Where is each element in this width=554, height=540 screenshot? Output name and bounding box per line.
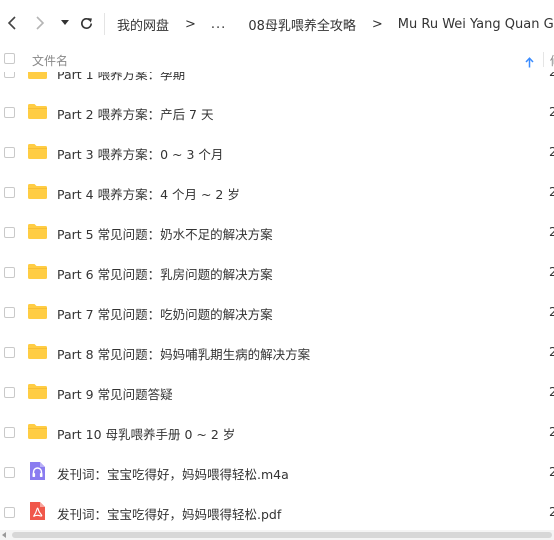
column-header-name[interactable]: 文件名 bbox=[32, 52, 68, 69]
file-name[interactable]: Part 10 母乳喂养手册 0 ~ 2 岁 bbox=[57, 424, 235, 443]
file-row[interactable]: 发刊词：宝宝吃得好，妈妈喂得轻松.pdf 2 bbox=[0, 492, 554, 530]
row-checkbox[interactable] bbox=[4, 227, 15, 238]
folder-icon bbox=[28, 72, 47, 79]
folder-icon bbox=[28, 344, 47, 359]
file-name[interactable]: Part 5 常见问题：奶水不足的解决方案 bbox=[57, 224, 273, 243]
navigation-toolbar: 我的网盘 > ... 08母乳喂养全攻略 > Mu Ru Wei Yang Qu… bbox=[0, 0, 554, 47]
audio-file-icon bbox=[30, 462, 45, 480]
row-checkbox[interactable] bbox=[4, 107, 15, 118]
column-divider[interactable] bbox=[543, 52, 544, 67]
scrollbar-thumb[interactable] bbox=[12, 532, 552, 538]
toolbar-divider bbox=[104, 13, 105, 35]
file-name[interactable]: Part 6 常见问题：乳房问题的解决方案 bbox=[57, 264, 273, 283]
column-header-modified[interactable]: 修 bbox=[550, 52, 554, 69]
folder-icon bbox=[28, 264, 47, 279]
row-checkbox[interactable] bbox=[4, 387, 15, 398]
file-modified-date: 2 bbox=[549, 224, 554, 239]
file-modified-date: 2 bbox=[549, 464, 554, 479]
folder-icon bbox=[28, 304, 47, 319]
refresh-icon bbox=[80, 17, 92, 29]
folder-row[interactable]: Part 4 喂养方案：4 个月 ~ 2 岁 2 bbox=[0, 172, 554, 212]
forward-button[interactable] bbox=[30, 12, 50, 34]
file-modified-date: 2 bbox=[549, 504, 554, 519]
file-list-rows: Part 1 喂养方案：孕期2Part 2 喂养方案：产后 7 天2Part 3… bbox=[0, 72, 554, 530]
file-modified-date: 2 bbox=[549, 184, 554, 199]
breadcrumb-item-my-drive[interactable]: 我的网盘 bbox=[117, 15, 169, 34]
row-checkbox[interactable] bbox=[4, 307, 15, 318]
file-modified-date: 2 bbox=[549, 72, 554, 79]
back-button[interactable] bbox=[2, 12, 22, 34]
folder-icon bbox=[28, 104, 47, 119]
folder-icon bbox=[28, 384, 47, 399]
file-name[interactable]: Part 4 喂养方案：4 个月 ~ 2 岁 bbox=[57, 184, 240, 203]
row-checkbox[interactable] bbox=[4, 267, 15, 278]
file-list: Part 1 喂养方案：孕期2Part 2 喂养方案：产后 7 天2Part 3… bbox=[0, 72, 554, 530]
history-dropdown-button[interactable] bbox=[58, 12, 72, 34]
sort-indicator[interactable] bbox=[525, 53, 534, 72]
chevron-right-icon bbox=[36, 16, 45, 30]
file-browser-window: 我的网盘 > ... 08母乳喂养全攻略 > Mu Ru Wei Yang Qu… bbox=[0, 0, 554, 540]
breadcrumb-separator: > bbox=[371, 16, 383, 32]
file-name[interactable]: Part 1 喂养方案：孕期 bbox=[57, 72, 185, 83]
file-name[interactable]: 发刊词：宝宝吃得好，妈妈喂得轻松.pdf bbox=[57, 504, 281, 523]
folder-icon bbox=[28, 184, 47, 199]
file-name[interactable]: Part 8 常见问题：妈妈哺乳期生病的解决方案 bbox=[57, 344, 310, 363]
file-name[interactable]: Part 7 常见问题：吃奶问题的解决方案 bbox=[57, 304, 273, 323]
row-checkbox[interactable] bbox=[4, 187, 15, 198]
file-modified-date: 2 bbox=[549, 144, 554, 159]
breadcrumb-item-folder[interactable]: 08母乳喂养全攻略 bbox=[248, 15, 356, 34]
row-checkbox[interactable] bbox=[4, 347, 15, 358]
row-checkbox[interactable] bbox=[4, 427, 15, 438]
file-modified-date: 2 bbox=[549, 344, 554, 359]
file-name[interactable]: Part 9 常见问题答疑 bbox=[57, 384, 173, 403]
file-name[interactable]: Part 2 喂养方案：产后 7 天 bbox=[57, 104, 213, 123]
caret-down-icon bbox=[61, 20, 69, 25]
file-modified-date: 2 bbox=[549, 104, 554, 119]
folder-icon bbox=[28, 224, 47, 239]
row-checkbox[interactable] bbox=[4, 467, 15, 478]
scroll-left-icon[interactable] bbox=[2, 532, 6, 538]
file-name[interactable]: Part 3 喂养方案：0 ~ 3 个月 bbox=[57, 144, 223, 163]
file-modified-date: 2 bbox=[549, 264, 554, 279]
folder-row[interactable]: Part 7 常见问题：吃奶问题的解决方案 2 bbox=[0, 292, 554, 332]
folder-row[interactable]: Part 2 喂养方案：产后 7 天 2 bbox=[0, 92, 554, 132]
folder-icon bbox=[28, 424, 47, 439]
folder-row[interactable]: Part 9 常见问题答疑 2 bbox=[0, 372, 554, 412]
row-checkbox[interactable] bbox=[4, 72, 15, 78]
file-row[interactable]: 发刊词：宝宝吃得好，妈妈喂得轻松.m4a 2 bbox=[0, 452, 554, 492]
folder-row[interactable]: Part 1 喂养方案：孕期 2 bbox=[0, 72, 554, 92]
file-name[interactable]: 发刊词：宝宝吃得好，妈妈喂得轻松.m4a bbox=[57, 464, 289, 483]
file-modified-date: 2 bbox=[549, 304, 554, 319]
horizontal-scrollbar[interactable] bbox=[0, 530, 554, 540]
folder-icon bbox=[28, 144, 47, 159]
breadcrumb-ellipsis[interactable]: ... bbox=[211, 17, 226, 32]
select-all-checkbox[interactable] bbox=[4, 53, 15, 64]
pdf-file-icon bbox=[30, 502, 45, 520]
folder-row[interactable]: Part 5 常见问题：奶水不足的解决方案 2 bbox=[0, 212, 554, 252]
folder-row[interactable]: Part 10 母乳喂养手册 0 ~ 2 岁 2 bbox=[0, 412, 554, 452]
file-modified-date: 2 bbox=[549, 424, 554, 439]
row-checkbox[interactable] bbox=[4, 147, 15, 158]
breadcrumb-separator: > bbox=[185, 16, 196, 32]
folder-row[interactable]: Part 8 常见问题：妈妈哺乳期生病的解决方案 2 bbox=[0, 332, 554, 372]
file-modified-date: 2 bbox=[549, 384, 554, 399]
refresh-button[interactable] bbox=[76, 12, 96, 34]
chevron-left-icon bbox=[7, 16, 16, 30]
list-header: 文件名 修 bbox=[0, 47, 554, 72]
breadcrumb-item-current[interactable]: Mu Ru Wei Yang Quan Gong Lve bbox=[398, 17, 554, 32]
row-checkbox[interactable] bbox=[4, 507, 15, 518]
arrow-up-icon bbox=[525, 57, 534, 68]
breadcrumb: 我的网盘 > ... 08母乳喂养全攻略 > Mu Ru Wei Yang Qu… bbox=[117, 15, 554, 34]
folder-row[interactable]: Part 6 常见问题：乳房问题的解决方案 2 bbox=[0, 252, 554, 292]
folder-row[interactable]: Part 3 喂养方案：0 ~ 3 个月 2 bbox=[0, 132, 554, 172]
